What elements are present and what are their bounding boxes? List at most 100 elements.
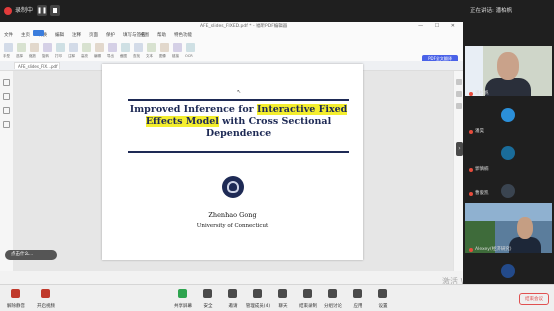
- participant-avatar[interactable]: [501, 146, 515, 160]
- document-tab[interactable]: AFE_slides_FIX...pdf: [14, 62, 60, 69]
- menu-item[interactable]: 帮助: [157, 32, 166, 38]
- meeting-button-label: 设置: [378, 304, 388, 309]
- toolbar-tool-icon[interactable]: [108, 43, 117, 52]
- toolbar-tool-label: 手型: [3, 54, 10, 58]
- toolbar-tool-label: 图像: [159, 54, 166, 58]
- thumbnail-icon[interactable]: [3, 93, 10, 100]
- toolbar-tool-icon[interactable]: [173, 43, 182, 52]
- toolbar-tool-icon[interactable]: [4, 43, 13, 52]
- invite-icon[interactable]: [228, 289, 237, 298]
- left-sidebar-rail: [0, 71, 14, 271]
- menu-item[interactable]: 特色功能: [174, 32, 192, 38]
- participant-body: [509, 237, 541, 253]
- menu-item[interactable]: 视图: [140, 32, 149, 38]
- record-icon[interactable]: [303, 289, 312, 298]
- recording-bar: 录制中 ❚❚ 正在讲话: 潘柏帆: [0, 0, 554, 22]
- collapse-panel-button[interactable]: ›: [456, 142, 463, 156]
- notification-toast[interactable]: 点击什么...: [5, 250, 57, 260]
- mic-icon[interactable]: [11, 289, 20, 298]
- meeting-button-label: 开启视频: [37, 304, 55, 309]
- participant-avatar[interactable]: [501, 264, 515, 278]
- ribbon-toolbar: 手型 选择 缩放 旋转 打印 注释 高亮 编辑 导出 截图 查找 文本 图像 链接 OCR: [0, 39, 463, 62]
- camera-icon[interactable]: [41, 289, 50, 298]
- video-background: [465, 46, 483, 96]
- toolbar-tool-label: 选择: [16, 54, 23, 58]
- title-text-1: Improved Inference for: [129, 104, 257, 115]
- title-highlight-2: Effects Model: [145, 116, 219, 127]
- stop-recording-button[interactable]: [50, 5, 60, 16]
- university-seal-icon: [222, 176, 244, 198]
- ai-assistant-icon[interactable]: [456, 103, 462, 109]
- comment-list-icon[interactable]: [3, 121, 10, 128]
- chat-icon[interactable]: [278, 289, 287, 298]
- properties-icon[interactable]: [456, 79, 462, 85]
- toolbar-tool-icon[interactable]: [82, 43, 91, 52]
- toolbar-tool-label: 注释: [68, 54, 75, 58]
- toolbar-tool-icon[interactable]: [43, 43, 52, 52]
- toolbar-tool-label: 文本: [146, 54, 153, 58]
- title-rule-bottom: [128, 151, 349, 153]
- pause-recording-button[interactable]: ❚❚: [37, 5, 47, 16]
- toolbar-tool-icon[interactable]: [17, 43, 26, 52]
- participant-avatar[interactable]: [501, 108, 515, 122]
- apps-icon[interactable]: [353, 289, 362, 298]
- meeting-toolbar: 结束会议 解除静音 开启视频 共享屏幕 安全 邀请 管理成员(4) 聊天 结束录制 分组讨论 应用…: [0, 284, 554, 311]
- bookmark-icon[interactable]: [3, 79, 10, 86]
- menu-item[interactable]: 注释: [72, 32, 81, 38]
- menu-active-tab[interactable]: [33, 30, 44, 36]
- author-affiliation: University of Connecticut: [196, 223, 269, 229]
- attachment-icon[interactable]: [3, 107, 10, 114]
- toolbar-tool-label: 打印: [55, 54, 62, 58]
- participant-panel: 潘柏帆 潘昊 郭慎楠 曹俊凯 Alexey(经济研究): [463, 22, 554, 284]
- members-icon[interactable]: [253, 289, 262, 298]
- toolbar-tool-icon[interactable]: [69, 43, 78, 52]
- shield-icon[interactable]: [203, 289, 212, 298]
- menu-item[interactable]: 页面: [89, 32, 98, 38]
- record-indicator-icon: [4, 7, 12, 15]
- window-controls[interactable]: — ☐ ✕: [418, 23, 460, 29]
- muted-mic-icon: [469, 248, 473, 252]
- settings-icon[interactable]: [378, 289, 387, 298]
- format-icon[interactable]: [456, 91, 462, 97]
- toolbar-tool-label: 旋转: [42, 54, 49, 58]
- menu-item[interactable]: 保护: [106, 32, 115, 38]
- toolbar-tool-label: 编辑: [94, 54, 101, 58]
- participant-video-1[interactable]: [465, 46, 552, 96]
- toolbar-tool-icon[interactable]: [160, 43, 169, 52]
- recording-label: 录制中: [15, 7, 34, 14]
- share-screen-icon[interactable]: [178, 289, 187, 298]
- mouse-cursor-icon: ↖: [237, 89, 242, 95]
- toolbar-tool-icon[interactable]: [121, 43, 130, 52]
- participant-face: [517, 217, 533, 239]
- document-title: AFE_slides_FIXED.pdf * - 福昕PDF编辑器: [200, 24, 288, 29]
- toolbar-tool-label: 缩放: [29, 54, 36, 58]
- toolbar-tool-icon[interactable]: [30, 43, 39, 52]
- toolbar-tool-icon[interactable]: [56, 43, 65, 52]
- leave-meeting-button[interactable]: 结束会议: [519, 293, 549, 305]
- menu-item[interactable]: 主页: [21, 32, 30, 38]
- toolbar-tool-label: 导出: [107, 54, 114, 58]
- menu-item[interactable]: 编辑: [55, 32, 64, 38]
- toolbar-tool-icon[interactable]: [186, 43, 195, 52]
- author-name: Zhenhao Gong: [208, 211, 257, 219]
- slide-page: Improved Inference for Interactive Fixed…: [102, 64, 363, 260]
- toolbar-tool-icon[interactable]: [147, 43, 156, 52]
- toolbar-tool-icon[interactable]: [134, 43, 143, 52]
- menu-item[interactable]: 文件: [4, 32, 13, 38]
- title-text-2: with Cross Sectional Dependence: [205, 116, 332, 139]
- toolbar-tool-label: 查找: [133, 54, 140, 58]
- participant-name: Alexey(经济研究): [475, 247, 512, 252]
- toolbar-tool-icon[interactable]: [95, 43, 104, 52]
- title-highlight-1: Interactive Fixed: [257, 104, 348, 115]
- toolbar-tool-label: 高亮: [81, 54, 88, 58]
- participant-name: 潘昊: [475, 129, 484, 134]
- toolbar-tool-label: OCR: [185, 54, 193, 58]
- muted-mic-icon: [469, 92, 473, 96]
- muted-mic-icon: [469, 130, 473, 134]
- breakout-icon[interactable]: [328, 289, 337, 298]
- participant-avatar[interactable]: [501, 184, 515, 198]
- participant-face: [497, 52, 519, 80]
- video-sky: [465, 203, 552, 221]
- muted-mic-icon: [469, 192, 473, 196]
- participant-name: 潘柏帆: [475, 91, 489, 96]
